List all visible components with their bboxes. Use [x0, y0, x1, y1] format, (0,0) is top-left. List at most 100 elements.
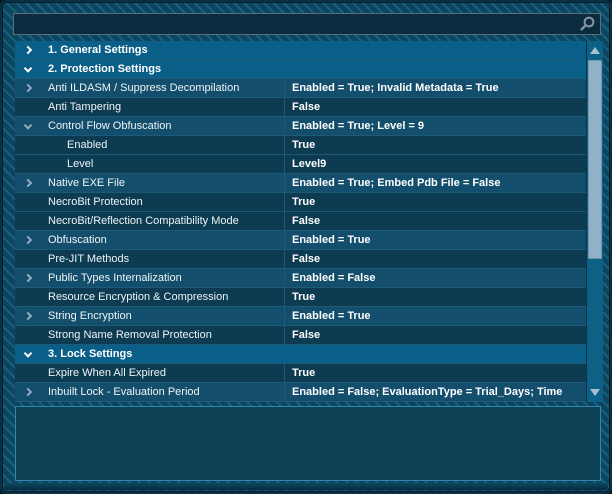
property-name: Public Types Internalization [48, 272, 182, 284]
property-value: False [292, 101, 320, 113]
property-name-cell[interactable]: Inbuilt Lock - Evaluation Period [15, 383, 285, 401]
property-row[interactable]: NecroBit/Reflection Compatibility Mode Fa… [15, 212, 586, 231]
property-value-cell[interactable]: False [285, 250, 586, 268]
search-icon [578, 15, 596, 33]
property-row[interactable]: Inbuilt Lock - Evaluation Period Enabled … [15, 383, 586, 402]
property-row[interactable]: Resource Encryption & Compression True [15, 288, 586, 307]
property-value: True [292, 291, 315, 303]
property-name: Enabled [67, 139, 107, 151]
property-name-cell[interactable]: Anti Tampering [15, 98, 285, 116]
scroll-down-button[interactable] [587, 383, 603, 402]
property-value: True [292, 139, 315, 151]
property-name-cell[interactable]: NecroBit Protection [15, 193, 285, 211]
category-row[interactable]: 3. Lock Settings [15, 345, 586, 364]
property-value-cell[interactable]: Enabled = False [285, 269, 586, 287]
property-value: Enabled = True [292, 310, 371, 322]
category-label: 1. General Settings [15, 41, 148, 59]
scroll-up-button[interactable] [587, 41, 603, 60]
category-row[interactable]: 2. Protection Settings [15, 60, 586, 79]
scrollbar-thumb[interactable] [588, 60, 602, 259]
settings-window: 1. General Settings2. Protection Setting… [0, 0, 612, 494]
property-row[interactable]: Pre-JIT Methods False [15, 250, 586, 269]
property-name: NecroBit Protection [48, 196, 143, 208]
property-value-cell[interactable]: False [285, 212, 586, 230]
property-name: Obfuscation [48, 234, 107, 246]
property-name-cell[interactable]: Expire When All Expired [15, 364, 285, 382]
property-row[interactable]: Obfuscation Enabled = True [15, 231, 586, 250]
vertical-scrollbar [586, 41, 603, 402]
property-name: String Encryption [48, 310, 132, 322]
property-value: Enabled = True; Level = 9 [292, 120, 424, 132]
property-value-cell[interactable]: True [285, 136, 586, 154]
property-value: Enabled = True [292, 234, 371, 246]
search-input[interactable] [14, 14, 578, 34]
triangle-down-icon [590, 389, 600, 396]
property-name: Strong Name Removal Protection [48, 329, 212, 341]
property-value: False [292, 215, 320, 227]
property-name: Anti Tampering [48, 101, 121, 113]
property-name: Expire When All Expired [48, 367, 166, 379]
property-value-cell[interactable]: True [285, 288, 586, 306]
property-row[interactable]: String Encryption Enabled = True [15, 307, 586, 326]
window-bottom-edge [4, 483, 608, 490]
category-label: 2. Protection Settings [15, 60, 161, 78]
property-name-cell[interactable]: Control Flow Obfuscation [15, 117, 285, 135]
property-value-cell[interactable]: Enabled = True; Invalid Metadata = True [285, 79, 586, 97]
property-value: False [292, 253, 320, 265]
description-panel [15, 406, 601, 481]
property-value-cell[interactable]: Enabled = False; EvaluationType = Trial_… [285, 383, 586, 401]
property-row[interactable]: NecroBit Protection True [15, 193, 586, 212]
property-name: Native EXE File [48, 177, 125, 189]
triangle-up-icon [590, 47, 600, 54]
property-value-cell[interactable]: True [285, 364, 586, 382]
property-value: True [292, 196, 315, 208]
property-name-cell[interactable]: Enabled [15, 136, 285, 154]
property-value-cell[interactable]: False [285, 98, 586, 116]
search-bar [13, 13, 601, 35]
property-row[interactable]: Expire When All Expired True [15, 364, 586, 383]
property-name: Resource Encryption & Compression [48, 291, 228, 303]
property-name-cell[interactable]: Level [15, 155, 285, 173]
property-value-cell[interactable]: False [285, 326, 586, 344]
property-name: Level [67, 158, 93, 170]
property-name: Inbuilt Lock - Evaluation Period [48, 386, 200, 398]
property-name-cell[interactable]: Anti ILDASM / Suppress Decompilation [15, 79, 285, 97]
property-name: Pre-JIT Methods [48, 253, 129, 265]
property-name-cell[interactable]: Public Types Internalization [15, 269, 285, 287]
property-row[interactable]: Level Level9 [15, 155, 586, 174]
property-name-cell[interactable]: NecroBit/Reflection Compatibility Mode [15, 212, 285, 230]
property-value-cell[interactable]: Level9 [285, 155, 586, 173]
property-name: Control Flow Obfuscation [48, 120, 172, 132]
category-row[interactable]: 1. General Settings [15, 41, 586, 60]
category-label: 3. Lock Settings [15, 345, 132, 363]
property-name-cell[interactable]: Strong Name Removal Protection [15, 326, 285, 344]
property-grid-rows: 1. General Settings2. Protection Setting… [15, 41, 586, 402]
property-name-cell[interactable]: Pre-JIT Methods [15, 250, 285, 268]
property-name-cell[interactable]: Obfuscation [15, 231, 285, 249]
property-row[interactable]: Strong Name Removal Protection False [15, 326, 586, 345]
property-value: Enabled = True; Embed Pdb File = False [292, 177, 500, 189]
property-value: True [292, 367, 315, 379]
property-value-cell[interactable]: Enabled = True; Embed Pdb File = False [285, 174, 586, 192]
property-grid: 1. General Settings2. Protection Setting… [15, 41, 603, 402]
property-value: Enabled = True; Invalid Metadata = True [292, 82, 499, 94]
property-name-cell[interactable]: String Encryption [15, 307, 285, 325]
property-name: Anti ILDASM / Suppress Decompilation [48, 82, 239, 94]
property-value: Enabled = False [292, 272, 375, 284]
property-value: Level9 [292, 158, 326, 170]
property-value-cell[interactable]: Enabled = True [285, 231, 586, 249]
property-row[interactable]: Enabled True [15, 136, 586, 155]
property-value-cell[interactable]: Enabled = True; Level = 9 [285, 117, 586, 135]
property-value-cell[interactable]: Enabled = True [285, 307, 586, 325]
property-row[interactable]: Anti Tampering False [15, 98, 586, 117]
property-value: Enabled = False; EvaluationType = Trial_… [292, 386, 562, 398]
property-value-cell[interactable]: True [285, 193, 586, 211]
property-name: NecroBit/Reflection Compatibility Mode [48, 215, 239, 227]
property-name-cell[interactable]: Native EXE File [15, 174, 285, 192]
property-row[interactable]: Control Flow Obfuscation Enabled = True; … [15, 117, 586, 136]
property-name-cell[interactable]: Resource Encryption & Compression [15, 288, 285, 306]
property-value: False [292, 329, 320, 341]
property-row[interactable]: Public Types Internalization Enabled = Fa… [15, 269, 586, 288]
property-row[interactable]: Native EXE File Enabled = True; Embed Pdb… [15, 174, 586, 193]
property-row[interactable]: Anti ILDASM / Suppress Decompilation Enab… [15, 79, 586, 98]
